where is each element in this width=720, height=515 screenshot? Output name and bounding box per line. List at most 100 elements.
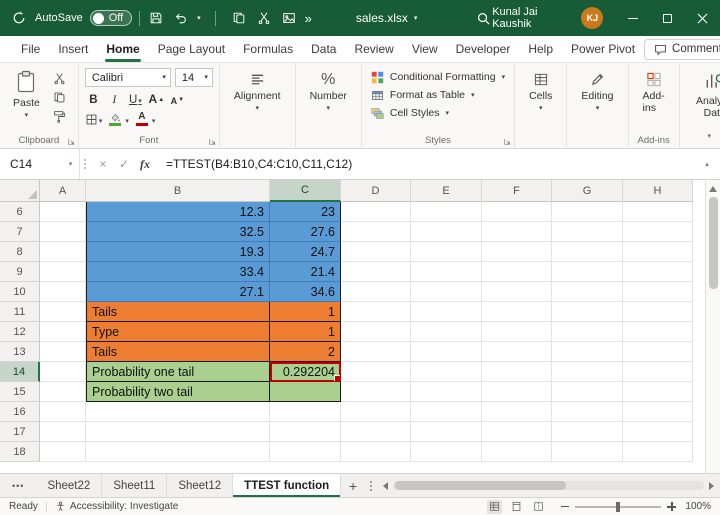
copy-icon[interactable] (51, 90, 68, 105)
zoom-slider[interactable] (575, 501, 661, 512)
horizontal-scrollbar[interactable] (377, 474, 720, 497)
cell-D10[interactable] (341, 282, 411, 302)
menu-tab-developer[interactable]: Developer (447, 36, 520, 62)
sheet-tab-sheet22[interactable]: Sheet22 (36, 474, 103, 497)
cell-C15[interactable] (270, 382, 341, 402)
zoom-out-icon[interactable] (561, 505, 569, 508)
decrease-font-button[interactable]: A ▼ (169, 90, 186, 107)
cell-F17[interactable] (482, 422, 552, 442)
menu-tab-view[interactable]: View (403, 36, 447, 62)
cut-icon[interactable] (51, 71, 68, 86)
new-sheet-button[interactable]: + (341, 474, 365, 497)
name-box-chevron-icon[interactable] (62, 149, 80, 179)
cell-G11[interactable] (552, 302, 623, 322)
picture-icon[interactable] (280, 9, 298, 27)
formula-input[interactable]: =TTEST(B4:B10,C4:C10,C11,C12) (158, 149, 694, 179)
cell-H10[interactable] (623, 282, 693, 302)
cell-C8[interactable]: 24.7 (270, 242, 341, 262)
menu-tab-insert[interactable]: Insert (49, 36, 97, 62)
cell-E13[interactable] (411, 342, 482, 362)
page-break-view-icon[interactable] (531, 500, 546, 514)
cell-F10[interactable] (482, 282, 552, 302)
cell-D14[interactable] (341, 362, 411, 382)
enter-icon[interactable]: ✓ (114, 154, 134, 174)
cell-G15[interactable] (552, 382, 623, 402)
cell-C7[interactable]: 27.6 (270, 222, 341, 242)
scroll-left-arrow-icon[interactable] (383, 481, 389, 490)
sheet-tab-sheet12[interactable]: Sheet12 (167, 474, 234, 497)
sheet-tab-sheet11[interactable]: Sheet11 (102, 474, 168, 497)
horizontal-scrollbar-track[interactable] (393, 481, 704, 490)
analyze-data-button[interactable]: Analyze Data (686, 68, 720, 132)
cell-B6[interactable]: 12.3 (86, 202, 270, 222)
cell-H6[interactable] (623, 202, 693, 222)
tab-splitter-grip[interactable] (365, 474, 377, 497)
cell-C6[interactable]: 23 (270, 202, 341, 222)
search-icon[interactable] (475, 9, 492, 27)
cell-E18[interactable] (411, 442, 482, 462)
cell-C18[interactable] (270, 442, 341, 462)
column-header-g[interactable]: G (552, 180, 623, 202)
borders-button[interactable] (85, 110, 103, 127)
underline-button[interactable]: U (127, 90, 144, 107)
clipboard-dialog-launcher-icon[interactable] (68, 138, 75, 145)
cell-D8[interactable] (341, 242, 411, 262)
editing-button[interactable]: Editing (573, 68, 621, 132)
normal-view-icon[interactable] (487, 499, 502, 514)
cell-H11[interactable] (623, 302, 693, 322)
cell-F6[interactable] (482, 202, 552, 222)
format-painter-icon[interactable] (51, 109, 68, 124)
cell-A12[interactable] (40, 322, 86, 342)
zoom-level[interactable]: 100% (683, 501, 711, 512)
cell-G16[interactable] (552, 402, 623, 422)
row-header-14[interactable]: 14 (0, 362, 40, 382)
menu-tab-power-pivot[interactable]: Power Pivot (562, 36, 644, 62)
cell-D18[interactable] (341, 442, 411, 462)
menu-tab-help[interactable]: Help (519, 36, 562, 62)
alignment-button[interactable]: Alignment (226, 68, 289, 132)
cell-styles-button[interactable]: Cell Styles (368, 104, 508, 122)
cell-D12[interactable] (341, 322, 411, 342)
zoom-in-icon[interactable] (667, 502, 676, 511)
cell-A18[interactable] (40, 442, 86, 462)
font-color-button[interactable]: A (133, 110, 156, 127)
cell-A15[interactable] (40, 382, 86, 402)
cell-G8[interactable] (552, 242, 623, 262)
cell-B9[interactable]: 33.4 (86, 262, 270, 282)
cell-A14[interactable] (40, 362, 86, 382)
insert-function-icon[interactable]: fx (135, 154, 155, 174)
vertical-scrollbar[interactable] (705, 180, 720, 473)
column-header-e[interactable]: E (411, 180, 482, 202)
cell-G7[interactable] (552, 222, 623, 242)
select-all-corner[interactable] (0, 180, 40, 202)
cell-C17[interactable] (270, 422, 341, 442)
cell-D15[interactable] (341, 382, 411, 402)
cell-C16[interactable] (270, 402, 341, 422)
cell-F11[interactable] (482, 302, 552, 322)
cell-F13[interactable] (482, 342, 552, 362)
accessibility-status[interactable]: Accessibility: Investigate (55, 501, 178, 512)
undo-menu-chevron-icon[interactable] (197, 15, 201, 22)
row-header-18[interactable]: 18 (0, 442, 40, 462)
cell-G12[interactable] (552, 322, 623, 342)
undo-icon[interactable] (172, 9, 190, 27)
cell-H15[interactable] (623, 382, 693, 402)
cell-B17[interactable] (86, 422, 270, 442)
cell-D9[interactable] (341, 262, 411, 282)
cell-H12[interactable] (623, 322, 693, 342)
cell-B13[interactable]: Tails (86, 342, 270, 362)
cell-G10[interactable] (552, 282, 623, 302)
autosave-toggle[interactable]: Off (89, 10, 133, 26)
comments-button[interactable]: Comments (644, 38, 720, 60)
cell-D7[interactable] (341, 222, 411, 242)
sheet-nav-overflow[interactable]: ••• (0, 474, 36, 497)
cell-B14[interactable]: Probability one tail (86, 362, 270, 382)
format-as-table-button[interactable]: Format as Table (368, 86, 508, 104)
cell-E14[interactable] (411, 362, 482, 382)
cell-F15[interactable] (482, 382, 552, 402)
cell-E10[interactable] (411, 282, 482, 302)
scroll-up-arrow-icon[interactable] (709, 186, 717, 192)
cell-G13[interactable] (552, 342, 623, 362)
font-name-select[interactable]: Calibri (84, 68, 171, 87)
column-header-h[interactable]: H (623, 180, 693, 202)
